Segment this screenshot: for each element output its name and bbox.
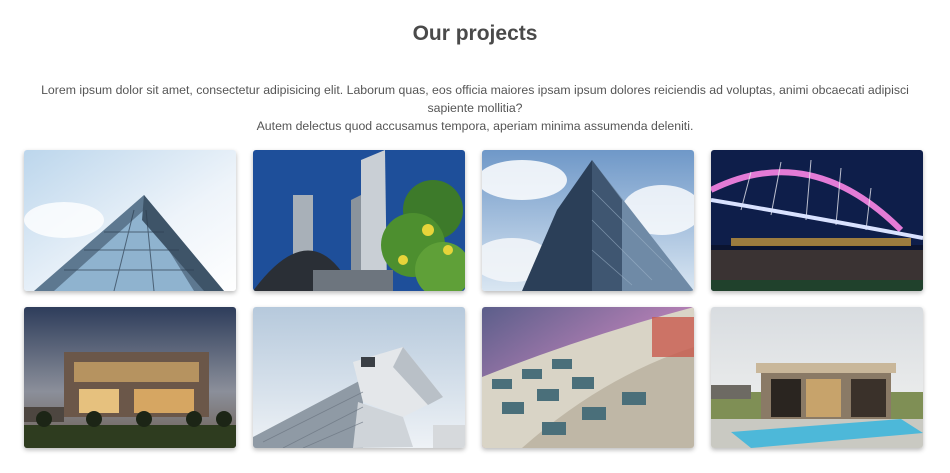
glass-building-photo	[24, 150, 236, 291]
arch-bridge-night-photo	[711, 150, 923, 291]
modern-house-pool-photo	[711, 307, 923, 448]
project-card-5[interactable]	[24, 307, 236, 448]
project-card-7[interactable]	[482, 307, 694, 448]
project-card-3[interactable]	[482, 150, 694, 291]
curved-apartments-photo	[482, 307, 694, 448]
building-dusk-photo	[24, 307, 236, 448]
projects-grid	[24, 150, 923, 448]
angular-museum-photo	[253, 307, 465, 448]
section-title: Our projects	[412, 22, 538, 45]
description-line-1: Lorem ipsum dolor sit amet, consectetur …	[41, 83, 909, 115]
section-description: Lorem ipsum dolor sit amet, consectetur …	[20, 81, 930, 135]
city-hall-towers-photo	[253, 150, 465, 291]
project-card-2[interactable]	[253, 150, 465, 291]
project-card-6[interactable]	[253, 307, 465, 448]
project-card-4[interactable]	[711, 150, 923, 291]
project-card-8[interactable]	[711, 307, 923, 448]
project-card-1[interactable]	[24, 150, 236, 291]
skyscraper-clouds-photo	[482, 150, 694, 291]
projects-section: Our projects Lorem ipsum dolor sit amet,…	[0, 0, 950, 473]
description-line-2: Autem delectus quod accusamus tempora, a…	[256, 119, 694, 133]
